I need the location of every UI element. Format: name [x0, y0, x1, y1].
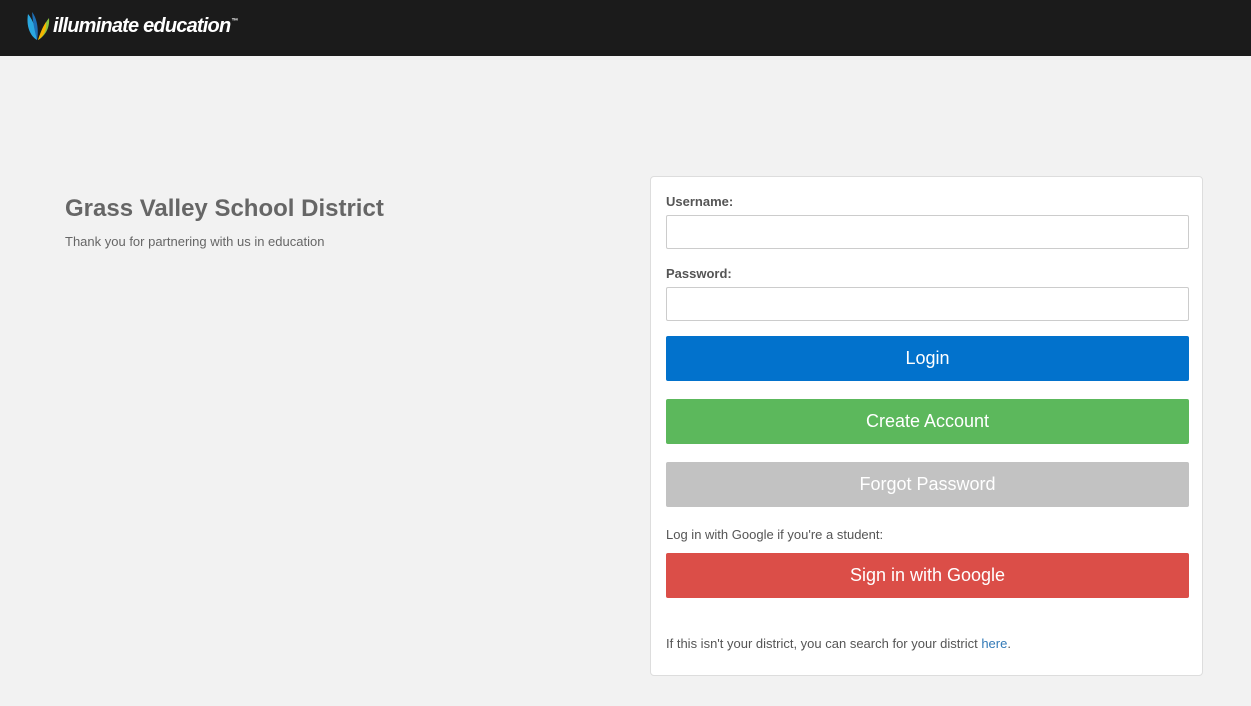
district-search-text: If this isn't your district, you can sea…: [666, 636, 982, 651]
district-tagline: Thank you for partnering with us in educ…: [65, 234, 325, 249]
district-search-period: .: [1007, 636, 1011, 651]
district-search-note: If this isn't your district, you can sea…: [666, 636, 1011, 651]
district-name: Grass Valley School District: [65, 195, 384, 222]
login-panel: Username: Password: Login Create Account…: [650, 176, 1203, 676]
google-login-prompt: Log in with Google if you're a student:: [666, 527, 884, 542]
google-sign-in-button[interactable]: Sign in with Google: [666, 553, 1189, 598]
username-label: Username:: [666, 194, 734, 209]
illuminate-logo[interactable]: illuminate education ™: [25, 10, 238, 42]
logo-wordmark: illuminate education: [53, 15, 231, 37]
password-label: Password:: [666, 266, 732, 281]
password-input[interactable]: [666, 287, 1189, 321]
district-search-link[interactable]: here: [981, 636, 1007, 651]
trademark-symbol: ™: [231, 17, 239, 25]
top-navbar: illuminate education ™: [0, 0, 1251, 56]
district-info: Grass Valley School District Thank you f…: [65, 194, 384, 249]
login-button[interactable]: Login: [666, 336, 1189, 381]
butterfly-logo-icon: [27, 12, 50, 40]
username-input[interactable]: [666, 215, 1189, 249]
forgot-password-button[interactable]: Forgot Password: [666, 462, 1189, 507]
create-account-button[interactable]: Create Account: [666, 399, 1189, 444]
